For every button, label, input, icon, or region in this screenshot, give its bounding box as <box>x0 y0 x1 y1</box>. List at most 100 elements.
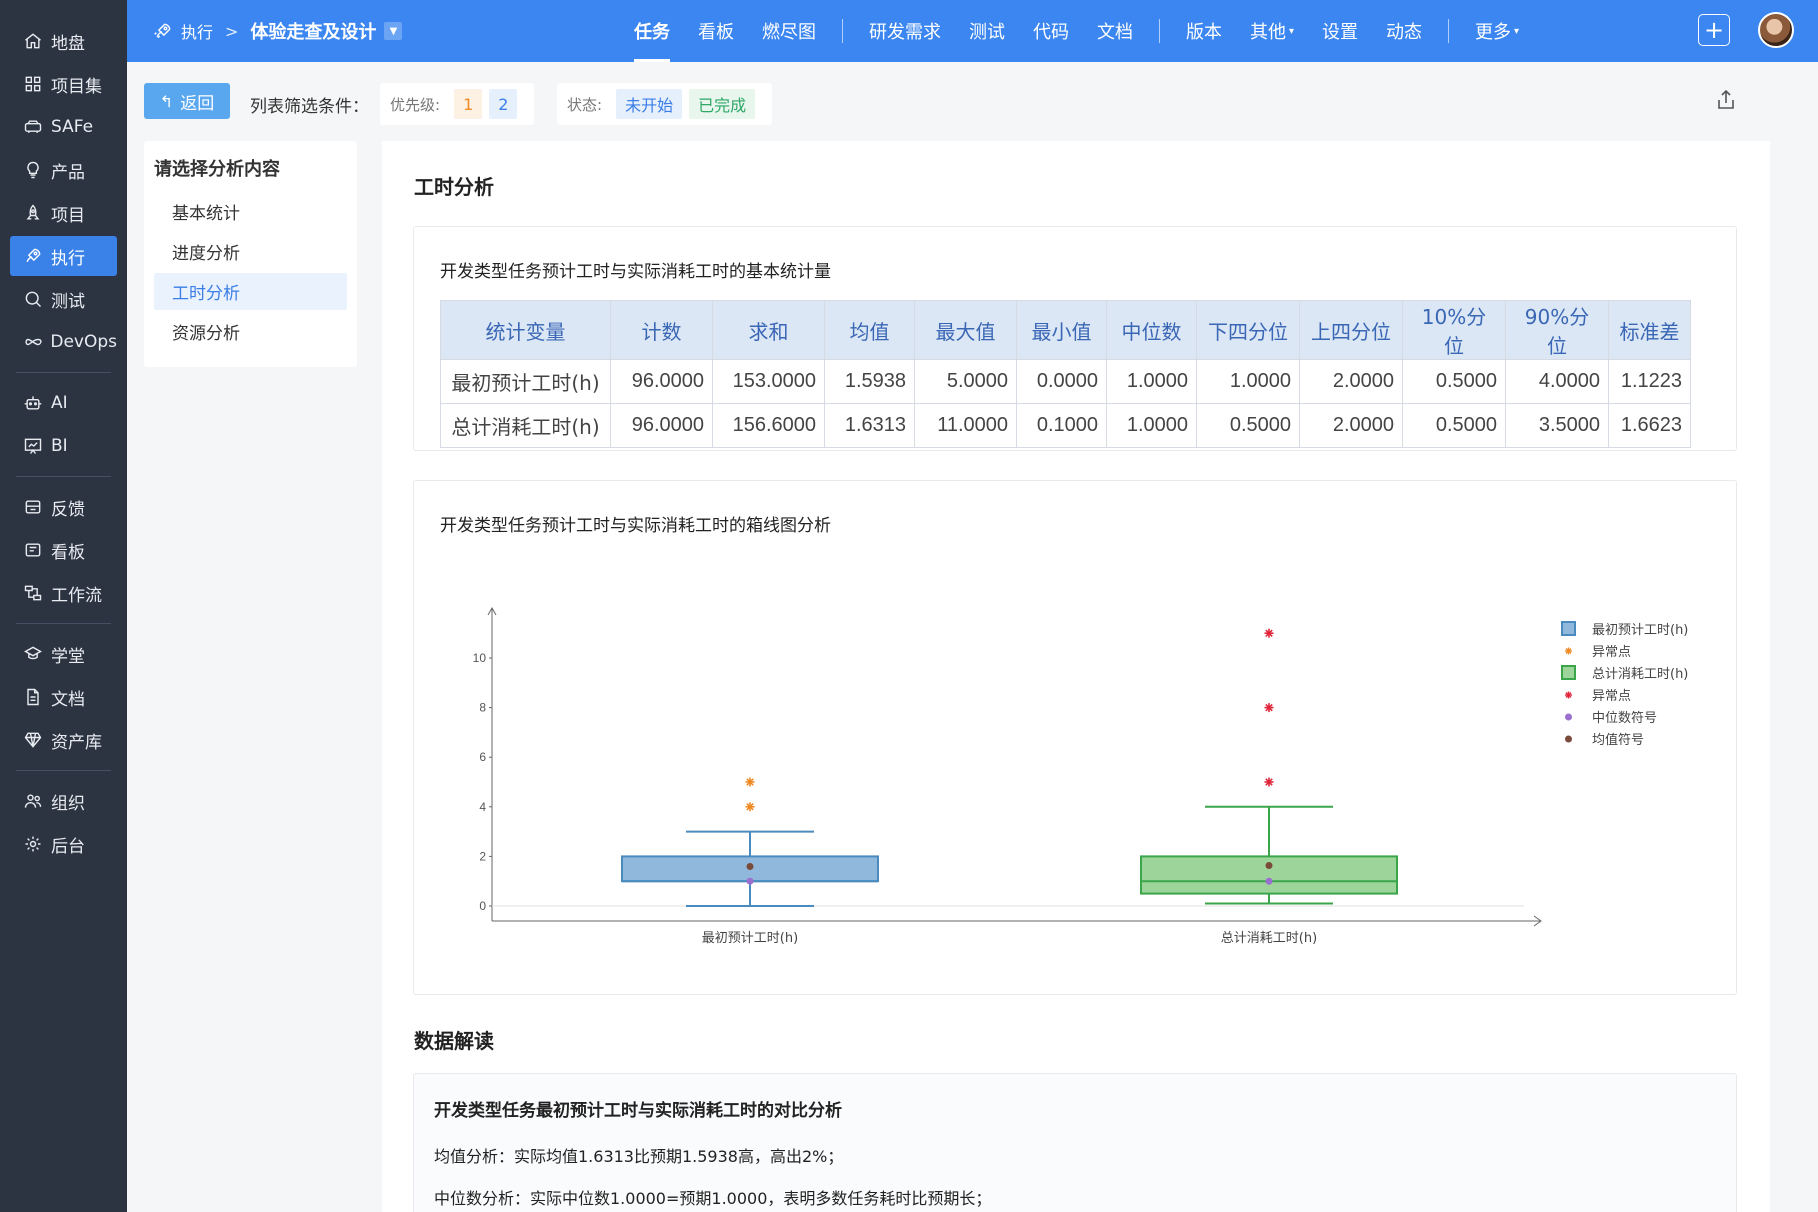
nav-tab-label: 其他 <box>1250 22 1286 43</box>
analysis-menu-item[interactable]: 工时分析 <box>154 273 347 310</box>
nav-tab[interactable]: 测试 <box>955 0 1019 62</box>
stats-header-cell: 计数 <box>610 300 713 360</box>
nav-tab-label: 任务 <box>634 22 670 43</box>
sidebar-item-launch[interactable]: 执行 <box>10 236 117 276</box>
car-icon <box>22 116 44 138</box>
nav-tab[interactable]: 设置 <box>1308 0 1372 62</box>
status-chip-not-started[interactable]: 未开始 <box>616 89 683 119</box>
analysis-menu-item[interactable]: 基本统计 <box>154 193 347 230</box>
nav-tab[interactable]: 版本 <box>1172 0 1236 62</box>
stats-cell: 96.0000 <box>610 359 713 404</box>
analysis-menu-title: 请选择分析内容 <box>154 159 280 180</box>
outlier-point <box>745 802 755 812</box>
sidebar-item-rocket[interactable]: 项目 <box>10 193 117 233</box>
analysis-menu: 请选择分析内容 基本统计 进度分析 工时分析 资源分析 <box>144 141 357 367</box>
stats-cell: 1.0000 <box>1106 403 1197 448</box>
stats-table: 统计变量 计数 求和 均值 最大值 最小值 中位数 下四分位 上四分位 10%分位 90%分位 标准差… <box>440 300 1691 448</box>
mean-marker <box>1265 862 1273 870</box>
nav-tab[interactable]: 文档 <box>1083 0 1147 62</box>
stats-header-cell: 最小值 <box>1016 300 1107 360</box>
ghost-label: 执行 <box>178 612 211 631</box>
sidebar-item-chart-board[interactable]: BI <box>10 426 117 466</box>
avatar[interactable] <box>1758 12 1794 48</box>
boxplot-chart: 0246810最初预计工时(h) 总计消耗工时(h)最初预计工时(h)异常点总计消… <box>473 606 1688 946</box>
sidebar-item-label: 项目 <box>51 205 85 226</box>
priority-label: 优先级: <box>390 95 441 114</box>
analysis-menu-item[interactable]: 进度分析 <box>154 233 347 270</box>
launch-icon <box>22 245 44 267</box>
sidebar-item-gear[interactable]: 后台 <box>10 824 117 864</box>
y-tick-label: 0 <box>479 899 486 913</box>
sidebar-item-label: AI <box>51 393 68 413</box>
stats-cell: 0.5000 <box>1402 359 1506 404</box>
chevron-down-icon[interactable]: ▼ <box>384 22 403 40</box>
top-bar: 执行 > 体验走查及设计 ▼ 任务 看板 燃尽图 研发需求 测试 代码 文档 版本 其他 ▾ 设置动… <box>127 0 1818 62</box>
nav-tab[interactable]: 更多 ▾ <box>1461 0 1533 62</box>
nav-tab-label: 设置 <box>1322 22 1359 43</box>
nav-tab[interactable]: 代码 <box>1019 0 1083 62</box>
sidebar-item-feedback[interactable]: 反馈 <box>10 487 117 527</box>
section-title: 工时分析 <box>414 175 494 199</box>
sidebar-item-doc[interactable]: 文档 <box>10 677 117 717</box>
share-icon[interactable] <box>1714 88 1738 112</box>
home-icon <box>22 30 44 52</box>
stats-cell: 2.0000 <box>1299 403 1403 448</box>
nav-tab-label: 测试 <box>969 22 1005 43</box>
filter-label: 列表筛选条件： <box>250 97 369 117</box>
stats-cell: 1.0000 <box>1196 359 1300 404</box>
breadcrumb-parent[interactable]: 执行 <box>181 19 213 43</box>
search-icon <box>22 288 44 310</box>
nav-divider <box>1159 19 1160 43</box>
sidebar-item-diamond[interactable]: 资产库 <box>10 720 117 760</box>
stats-cell: 0.1000 <box>1016 403 1107 448</box>
stats-header-cell: 标准差 <box>1608 300 1691 360</box>
status-filter: 状态: 未开始 已完成 <box>557 83 773 125</box>
back-button[interactable]: ↰ 返回 <box>144 83 230 119</box>
nav-tab-label: 代码 <box>1033 22 1069 43</box>
stats-cell: 1.1223 <box>1608 359 1691 404</box>
priority-chip-2[interactable]: 2 <box>489 89 518 119</box>
stats-cell: 1.5938 <box>824 359 915 404</box>
outlier-point <box>1264 628 1274 638</box>
sidebar-item-workflow[interactable]: 工作流 <box>10 573 117 613</box>
legend-swatch <box>1565 647 1572 655</box>
sidebar-divider <box>16 372 111 373</box>
launch-icon <box>153 21 173 41</box>
nav-tab[interactable]: 其他 ▾ <box>1236 0 1308 62</box>
infinity-icon <box>22 331 43 353</box>
sidebar-item-label: 测试 <box>51 291 85 312</box>
sidebar-item-car[interactable]: SAFe <box>10 107 117 147</box>
sidebar-item-people[interactable]: 组织 <box>10 781 117 821</box>
sidebar-item-academy[interactable]: 学堂 <box>10 634 117 674</box>
back-button-label: 返回 <box>180 93 215 114</box>
analysis-menu-item[interactable]: 资源分析 <box>154 313 347 350</box>
sidebar-item-robot[interactable]: AI <box>10 383 117 423</box>
stats-cell: 11.0000 <box>914 403 1017 448</box>
grid-icon <box>22 73 44 95</box>
stats-header-cell: 90%分位 <box>1505 300 1609 360</box>
sidebar-item-grid[interactable]: 项目集 <box>10 64 117 104</box>
nav-tab[interactable]: 看板 <box>684 0 748 62</box>
stats-cell: 1.0000 <box>1106 359 1197 404</box>
doc-icon <box>22 686 44 708</box>
legend-swatch <box>1565 691 1572 699</box>
table-row: 总计消耗工时(h) 96.0000 156.6000 1.6313 11.0000 0.1… <box>440 403 1691 448</box>
y-tick-label: 10 <box>473 651 487 665</box>
sidebar-item-label: DevOps <box>50 332 117 352</box>
priority-chip-1[interactable]: 1 <box>454 89 483 119</box>
create-button[interactable]: + <box>1698 14 1730 46</box>
sidebar-item-infinity[interactable]: DevOps <box>10 322 117 362</box>
sidebar-item-bulb[interactable]: 产品 <box>10 150 117 190</box>
sidebar-item-label: SAFe <box>51 117 94 137</box>
sidebar-item-search[interactable]: 测试 <box>10 279 117 319</box>
sidebar-item-kanban[interactable]: 看板 <box>10 530 117 570</box>
nav-tab[interactable]: 燃尽图 <box>748 0 830 62</box>
table-row: 最初预计工时(h) 96.0000 153.0000 1.5938 5.0000 0.00… <box>440 359 1691 404</box>
nav-tab[interactable]: 任务 <box>620 0 684 62</box>
sidebar-item-home[interactable]: 地盘 <box>10 21 117 61</box>
page-title: 体验走查及设计 <box>250 22 377 43</box>
status-chip-done[interactable]: 已完成 <box>689 89 756 119</box>
nav-tab[interactable]: 研发需求 <box>855 0 955 62</box>
nav-tab[interactable]: 动态 <box>1372 0 1436 62</box>
stats-header-cell: 统计变量 <box>440 300 611 360</box>
